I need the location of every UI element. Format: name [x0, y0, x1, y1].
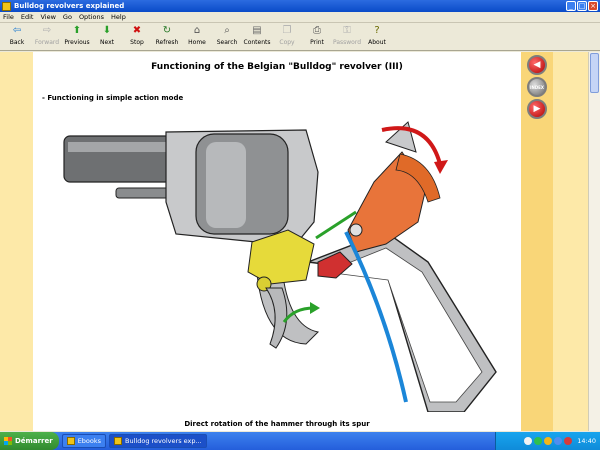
trigger-rotation-arrowhead: [310, 302, 320, 314]
toolbar-button-label: Contents: [243, 39, 271, 46]
hammer-rotation-arrowhead: [434, 160, 448, 174]
menu-view[interactable]: View: [40, 13, 55, 21]
toolbar-button-label: Previous: [64, 39, 90, 46]
taskbar-item-label: Bulldog revolvers exp...: [125, 437, 202, 445]
tray-icon[interactable]: [534, 437, 543, 445]
down-arrow-icon: ⬇: [102, 25, 112, 36]
tray-icon[interactable]: [564, 437, 573, 445]
right-arrow-icon: ▶: [533, 104, 541, 114]
toolbar-button-label: Password: [332, 39, 362, 46]
menu-options[interactable]: Options: [79, 13, 104, 21]
index-label: INDEX: [530, 84, 544, 90]
left-arrow-icon: ◀: [533, 60, 541, 70]
close-button[interactable]: ×: [588, 1, 598, 11]
taskbar-item-label: Ebooks: [77, 437, 102, 445]
start-button[interactable]: Démarrer: [0, 432, 59, 450]
copy-icon: ❐: [282, 25, 292, 36]
toolbar: ⇦ Back ⇨ Forward ⬆ Previous ⬇ Next ✖ Stop ↻ Refresh…: [0, 23, 600, 51]
tray-icon[interactable]: [544, 437, 553, 445]
folder-icon: [66, 437, 75, 445]
key-icon: ⚿: [343, 25, 351, 36]
previous-page-button[interactable]: ◀: [527, 55, 547, 75]
figure-caption: Direct rotation of the hammer through it…: [184, 420, 370, 428]
print-icon: ⎙: [313, 25, 321, 36]
toolbar-forward-button[interactable]: ⇨ Forward: [32, 23, 62, 51]
refresh-icon: ↻: [162, 25, 172, 36]
revolver-diagram: [63, 121, 497, 412]
search-icon: ⌕: [224, 25, 230, 36]
windows-logo-icon: [4, 437, 12, 445]
toolbar-contents-button[interactable]: ▤ Contents: [242, 23, 272, 51]
toolbar-search-button[interactable]: ⌕ Search: [212, 23, 242, 51]
taskbar-item-ebooks[interactable]: Ebooks: [61, 434, 107, 448]
menu-file[interactable]: File: [3, 13, 14, 21]
app-window: Bulldog revolvers explained _ □ × File E…: [0, 0, 600, 432]
tray-icon[interactable]: [554, 437, 563, 445]
window-title: Bulldog revolvers explained: [14, 2, 125, 10]
toolbar-button-label: Forward: [34, 39, 60, 46]
clock: 14:40: [577, 437, 596, 445]
system-tray: 14:40: [495, 432, 600, 450]
menu-edit[interactable]: Edit: [21, 13, 34, 21]
toolbar-copy-button[interactable]: ❐ Copy: [272, 23, 302, 51]
toolbar-stop-button[interactable]: ✖ Stop: [122, 23, 152, 51]
taskbar-item-bulldog[interactable]: Bulldog revolvers exp...: [109, 434, 207, 448]
hammer-pivot: [349, 223, 363, 237]
toolbar-refresh-button[interactable]: ↻ Refresh: [152, 23, 182, 51]
toolbar-button-label: Next: [100, 39, 114, 46]
toolbar-home-button[interactable]: ⌂ Home: [182, 23, 212, 51]
tray-icon[interactable]: [524, 437, 533, 445]
menu-help[interactable]: Help: [111, 13, 126, 21]
vertical-scrollbar[interactable]: [588, 52, 600, 431]
back-arrow-icon: ⇦: [12, 25, 22, 36]
toolbar-previous-button[interactable]: ⬆ Previous: [62, 23, 92, 51]
toolbar-button-label: Search: [216, 39, 238, 46]
about-icon: ?: [374, 25, 380, 36]
minimize-button[interactable]: _: [566, 1, 576, 11]
menu-go[interactable]: Go: [63, 13, 72, 21]
index-button[interactable]: INDEX: [527, 77, 547, 97]
toolbar-next-button[interactable]: ⬇ Next: [92, 23, 122, 51]
stop-icon: ✖: [132, 25, 142, 36]
barrel-highlight: [68, 142, 172, 152]
toolbar-button-label: Print: [310, 39, 324, 46]
toolbar-about-button[interactable]: ? About: [362, 23, 392, 51]
toolbar-back-button[interactable]: ⇦ Back: [2, 23, 32, 51]
app-icon: [114, 437, 123, 445]
taskbar: Démarrer Ebooks Bulldog revolvers exp...…: [0, 432, 600, 450]
toolbar-button-label: Back: [9, 39, 25, 46]
content-area: ◀ INDEX ▶ Functioning of the Belgian "Bu…: [0, 52, 600, 431]
menu-bar: File Edit View Go Options Help: [0, 12, 600, 23]
toolbar-button-label: About: [368, 39, 386, 46]
page-title: Functioning of the Belgian "Bulldog" rev…: [151, 62, 403, 72]
toolbar-button-label: Home: [188, 39, 206, 46]
toolbar-button-label: Refresh: [155, 39, 179, 46]
cylinder-highlight: [206, 142, 246, 228]
toolbar-print-button[interactable]: ⎙ Print: [302, 23, 332, 51]
forward-arrow-icon: ⇨: [42, 25, 52, 36]
start-label: Démarrer: [15, 437, 53, 445]
section-subtitle: - Functioning in simple action mode: [42, 94, 184, 102]
contents-icon: ▤: [252, 25, 262, 36]
next-page-button[interactable]: ▶: [527, 99, 547, 119]
toolbar-button-label: Copy: [279, 39, 295, 46]
scrollbar-thumb[interactable]: [590, 53, 599, 93]
maximize-button[interactable]: □: [577, 1, 587, 11]
up-arrow-icon: ⬆: [72, 25, 82, 36]
toolbar-password-button[interactable]: ⚿ Password: [332, 23, 362, 51]
home-icon: ⌂: [193, 25, 201, 36]
title-bar[interactable]: Bulldog revolvers explained _ □ ×: [0, 0, 600, 12]
toolbar-button-label: Stop: [130, 39, 144, 46]
app-icon: [2, 1, 11, 11]
